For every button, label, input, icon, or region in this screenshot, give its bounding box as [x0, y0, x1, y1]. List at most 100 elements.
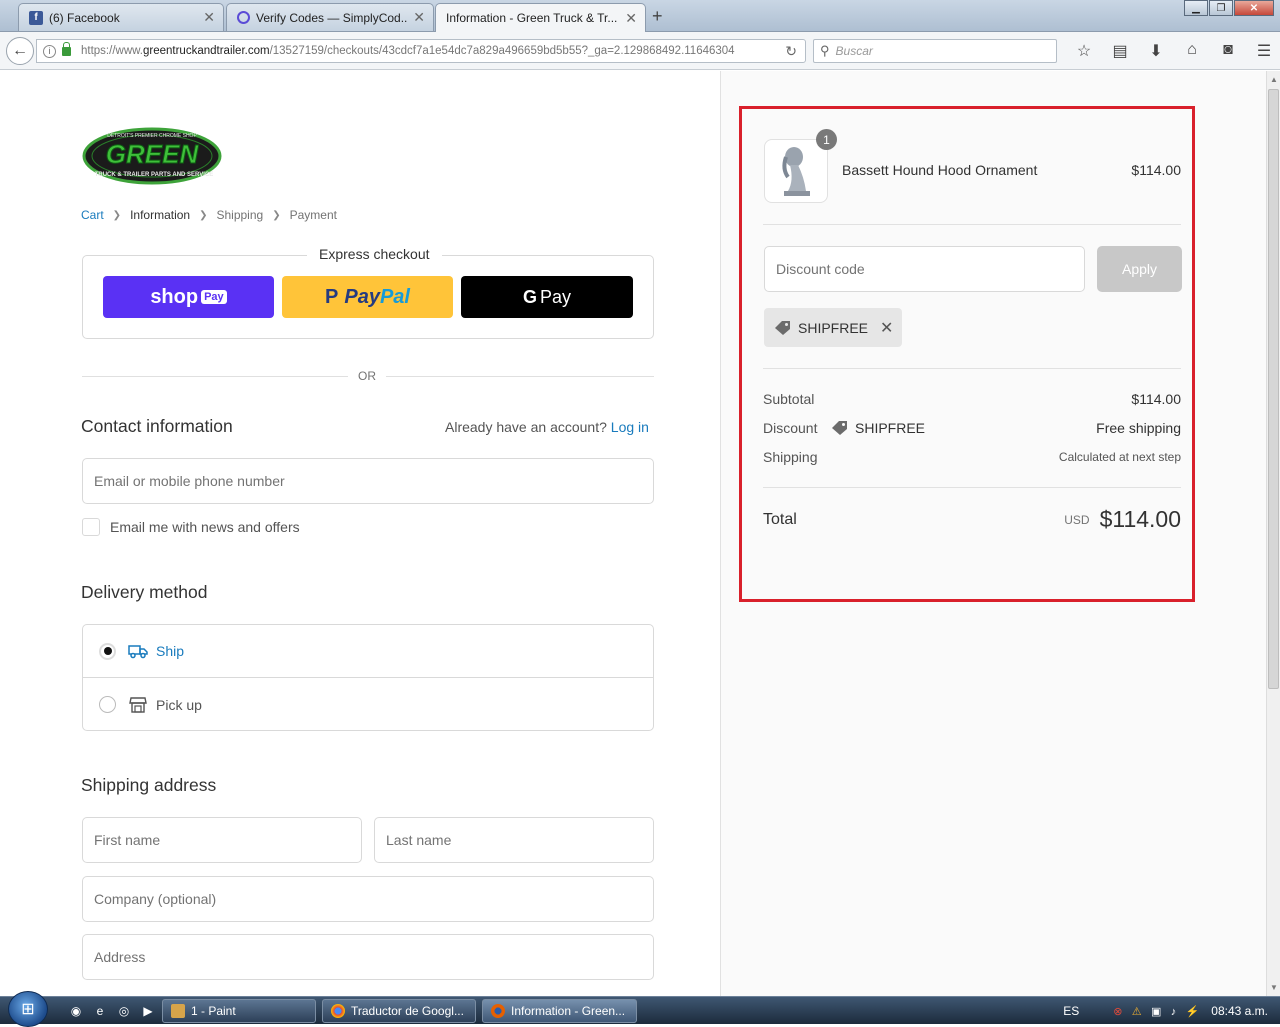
- taskbar-item-paint[interactable]: 1 - Paint: [162, 999, 316, 1023]
- total-value: $114.00: [1099, 506, 1181, 532]
- menu-icon[interactable]: ☰: [1246, 41, 1280, 61]
- email-field[interactable]: Email or mobile phone number: [82, 458, 654, 504]
- news-checkbox[interactable]: [82, 518, 100, 536]
- total-label: Total: [763, 510, 797, 528]
- breadcrumb-shipping: Shipping: [216, 208, 264, 222]
- search-icon: ⚲: [820, 43, 830, 58]
- download-icon[interactable]: ⬇: [1138, 41, 1174, 61]
- account-prompt: Already have an account? Log in: [445, 419, 649, 435]
- paypal-pal-label: Pal: [379, 285, 410, 308]
- discount-code-placeholder: Discount code: [776, 261, 865, 277]
- breadcrumb-cart[interactable]: Cart: [81, 208, 104, 222]
- shipping-row: Shipping Calculated at next step: [763, 447, 1181, 467]
- security-alert-icon[interactable]: ⊗: [1113, 1006, 1122, 1018]
- shop-pay-button[interactable]: shop Pay: [103, 276, 274, 318]
- company-field[interactable]: Company (optional): [82, 876, 654, 922]
- paypal-button[interactable]: P Pay Pal: [282, 276, 453, 318]
- firefox-icon: [491, 1004, 505, 1018]
- google-pay-button[interactable]: G Pay: [461, 276, 633, 318]
- reload-icon[interactable]: ↻: [785, 43, 797, 60]
- store-icon: [128, 696, 148, 714]
- ship-label: Ship: [156, 643, 185, 659]
- subtotal-row: Subtotal $114.00: [763, 389, 1181, 409]
- scroll-down-icon[interactable]: ▼: [1270, 983, 1278, 992]
- network-icon[interactable]: ▣: [1151, 1006, 1161, 1018]
- media-player-icon[interactable]: ▶: [136, 1002, 160, 1020]
- delivery-method-options: Ship Pick up: [82, 624, 654, 731]
- taskbar-item-translator[interactable]: Traductor de Googl...: [322, 999, 476, 1023]
- bookmarks-list-icon[interactable]: ▤: [1102, 41, 1138, 61]
- scrollbar-thumb[interactable]: [1268, 89, 1279, 689]
- search-input[interactable]: ⚲ Buscar: [813, 39, 1057, 63]
- start-button[interactable]: ⊞: [8, 991, 48, 1027]
- summary-divider: [763, 224, 1181, 225]
- delivery-option-pickup[interactable]: Pick up: [83, 678, 653, 731]
- product-name: Bassett Hound Hood Ornament: [842, 162, 1038, 178]
- system-tray: ES ⊗ ⚠ ▣ ♪ ⚡ 08:43 a.m.: [1063, 997, 1280, 1025]
- close-tab-icon[interactable]: ✕: [625, 10, 637, 27]
- tab-facebook[interactable]: f (6) Facebook ✕: [18, 3, 224, 31]
- paint-icon: [171, 1004, 185, 1018]
- first-name-field[interactable]: First name: [82, 817, 362, 863]
- shop-pay-tag: Pay: [201, 290, 227, 304]
- discount-label: Discount: [763, 420, 818, 436]
- browser-nav-bar: ← i https://www.greentruckandtrailer.com…: [0, 32, 1280, 70]
- tab-title: (6) Facebook: [49, 10, 120, 25]
- firefox-icon[interactable]: ◎: [112, 1002, 136, 1020]
- express-checkout-title: Express checkout: [307, 246, 442, 262]
- summary-divider: [763, 368, 1181, 369]
- ship-radio[interactable]: [99, 642, 116, 660]
- address-field[interactable]: Address: [82, 934, 654, 980]
- scroll-up-icon[interactable]: ▲: [1270, 75, 1278, 84]
- product-thumbnail: [764, 139, 828, 203]
- quick-launch: ◉ e ◎ ▶: [64, 1002, 160, 1020]
- tab-simplycodes[interactable]: Verify Codes — SimplyCod... ✕: [226, 3, 434, 31]
- pickup-radio[interactable]: [99, 696, 116, 713]
- internet-explorer-icon[interactable]: e: [88, 1002, 112, 1020]
- warning-icon[interactable]: ⚠: [1132, 1006, 1142, 1018]
- news-checkbox-row: Email me with news and offers: [82, 518, 300, 536]
- maximize-icon[interactable]: ❐: [1209, 0, 1233, 16]
- remove-discount-icon[interactable]: ✕: [880, 318, 893, 338]
- email-placeholder: Email or mobile phone number: [94, 473, 285, 489]
- tray-icons: ⊗ ⚠ ▣ ♪ ⚡: [1113, 1004, 1205, 1018]
- taskbar-item-label: Information - Green...: [511, 1004, 626, 1018]
- tag-icon: [832, 421, 847, 435]
- address-bar[interactable]: i https://www.greentruckandtrailer.com/1…: [36, 39, 806, 63]
- login-link[interactable]: Log in: [611, 419, 649, 435]
- bookmark-star-icon[interactable]: ☆: [1066, 41, 1102, 61]
- pocket-icon[interactable]: ◙: [1210, 41, 1246, 61]
- discount-code-input[interactable]: Discount code: [764, 246, 1085, 292]
- subtotal-label: Subtotal: [763, 391, 815, 407]
- language-indicator[interactable]: ES: [1063, 1004, 1079, 1018]
- home-icon[interactable]: ⌂: [1174, 41, 1210, 61]
- breadcrumb-information: Information: [130, 208, 191, 222]
- tab-title: Verify Codes — SimplyCod...: [256, 10, 408, 25]
- contact-information-title: Contact information: [81, 416, 233, 436]
- back-arrow-icon[interactable]: ←: [6, 37, 34, 65]
- windows-taskbar: ⊞ ◉ e ◎ ▶ 1 - Paint Traductor de Googl..…: [0, 991, 1280, 1027]
- quantity-badge: 1: [816, 129, 837, 150]
- svg-text:GREEN: GREEN: [106, 139, 200, 169]
- clock[interactable]: 08:43 a.m.: [1211, 1004, 1268, 1018]
- close-tab-icon[interactable]: ✕: [413, 9, 425, 26]
- chrome-icon[interactable]: ◉: [64, 1002, 88, 1020]
- power-icon[interactable]: ⚡: [1186, 1006, 1200, 1018]
- close-tab-icon[interactable]: ✕: [203, 9, 215, 26]
- info-icon[interactable]: i: [43, 44, 56, 58]
- first-name-placeholder: First name: [94, 832, 161, 848]
- green-truck-logo[interactable]: GREEN DETROIT'S PREMIER CHROME SHOP TRUC…: [82, 127, 222, 185]
- minimize-icon[interactable]: ▁: [1184, 0, 1208, 16]
- page-scrollbar[interactable]: ▲ ▼: [1266, 71, 1280, 996]
- taskbar-item-label: Traductor de Googl...: [351, 1004, 464, 1018]
- taskbar-item-firefox[interactable]: Information - Green...: [482, 999, 637, 1023]
- last-name-placeholder: Last name: [386, 832, 452, 848]
- volume-icon[interactable]: ♪: [1171, 1006, 1177, 1018]
- tab-green-truck[interactable]: Information - Green Truck & Tr... ✕: [435, 3, 646, 32]
- delivery-method-title: Delivery method: [81, 582, 208, 602]
- new-tab-button[interactable]: +: [652, 6, 663, 27]
- apply-button[interactable]: Apply: [1097, 246, 1182, 292]
- close-window-icon[interactable]: ✕: [1234, 0, 1274, 16]
- delivery-option-ship[interactable]: Ship: [83, 625, 653, 678]
- last-name-field[interactable]: Last name: [374, 817, 654, 863]
